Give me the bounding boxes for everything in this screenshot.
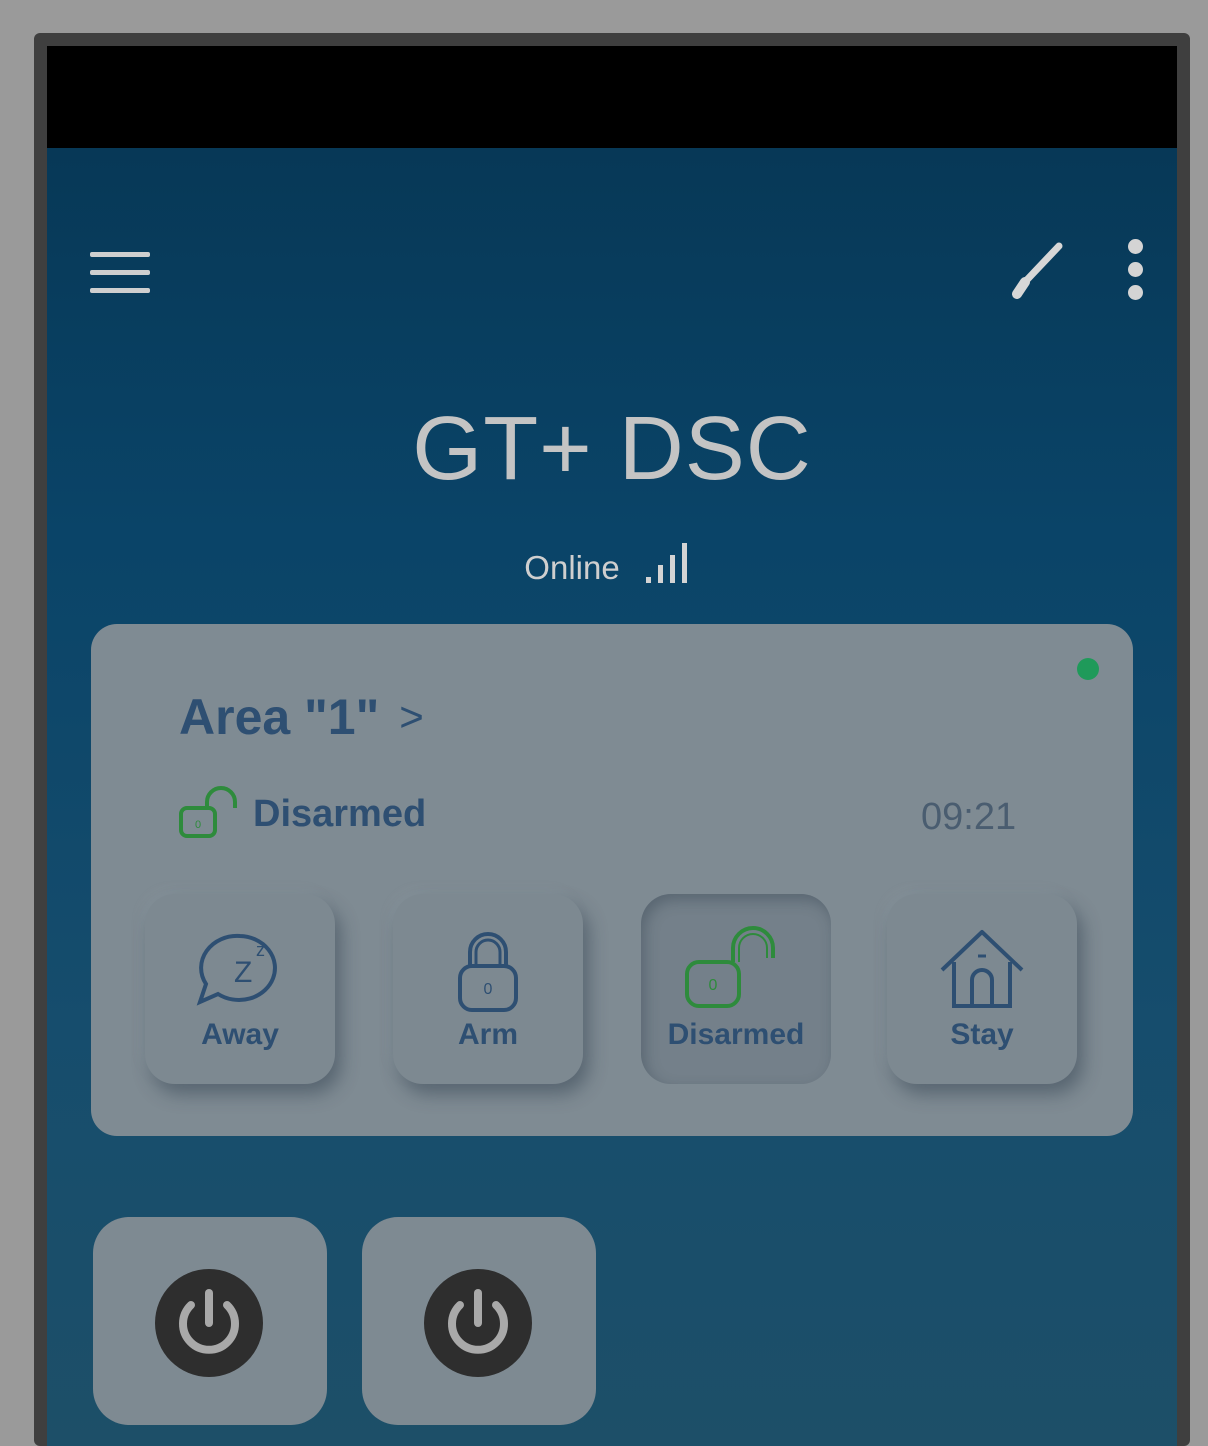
lock-closed-icon: 0 — [458, 932, 518, 1012]
stay-button[interactable]: Stay — [887, 894, 1077, 1084]
away-button[interactable]: Z z Away — [145, 894, 335, 1084]
output-tile-2[interactable] — [362, 1217, 596, 1425]
chevron-right-icon: > — [399, 693, 424, 740]
app-screen: GT+ DSC Online Area "1" > 0 Disarmed 09:… — [47, 46, 1177, 1446]
stay-label: Stay — [950, 1018, 1014, 1051]
power-icon — [448, 1289, 508, 1354]
lock-open-icon: 0 — [685, 926, 775, 1008]
status-bar — [47, 46, 1177, 148]
area-title: Area "1" — [179, 689, 380, 745]
power-icon — [179, 1289, 239, 1354]
page-title: GT+ DSC — [412, 399, 812, 499]
output-tile-1[interactable] — [93, 1217, 327, 1425]
svg-text:0: 0 — [709, 977, 718, 994]
online-indicator — [1077, 658, 1099, 680]
away-label: Away — [201, 1018, 279, 1051]
svg-text:0: 0 — [484, 981, 493, 998]
edit-pencil-icon[interactable] — [1009, 238, 1073, 302]
house-icon — [940, 930, 1024, 1008]
signal-bars-icon — [645, 543, 687, 583]
connection-status-label: Online — [524, 549, 620, 586]
arm-button[interactable]: 0 Arm — [393, 894, 583, 1084]
area-card: Area "1" > 0 Disarmed 09:21 Z z Away 0 A… — [91, 624, 1133, 1136]
disarm-button[interactable]: 0 Disarmed — [641, 894, 831, 1084]
hamburger-menu-icon[interactable] — [90, 252, 150, 294]
lock-open-icon: 0 — [179, 786, 237, 838]
svg-text:Z: Z — [234, 956, 252, 989]
area-status: 0 Disarmed — [177, 786, 426, 842]
arm-label: Arm — [457, 1018, 518, 1051]
svg-text:z: z — [256, 940, 265, 960]
area-status-label: Disarmed — [253, 792, 427, 835]
power-button[interactable] — [424, 1269, 532, 1377]
area-title-link[interactable]: Area "1" > — [179, 688, 424, 746]
sleep-bubble-icon: Z z — [196, 933, 277, 1006]
status-time: 09:21 — [921, 796, 1017, 838]
power-button[interactable] — [155, 1269, 263, 1377]
more-vert-icon[interactable] — [1123, 239, 1147, 303]
disarm-label: Disarmed — [667, 1018, 805, 1051]
svg-text:0: 0 — [195, 819, 201, 831]
connection-status: Online — [47, 541, 1177, 587]
